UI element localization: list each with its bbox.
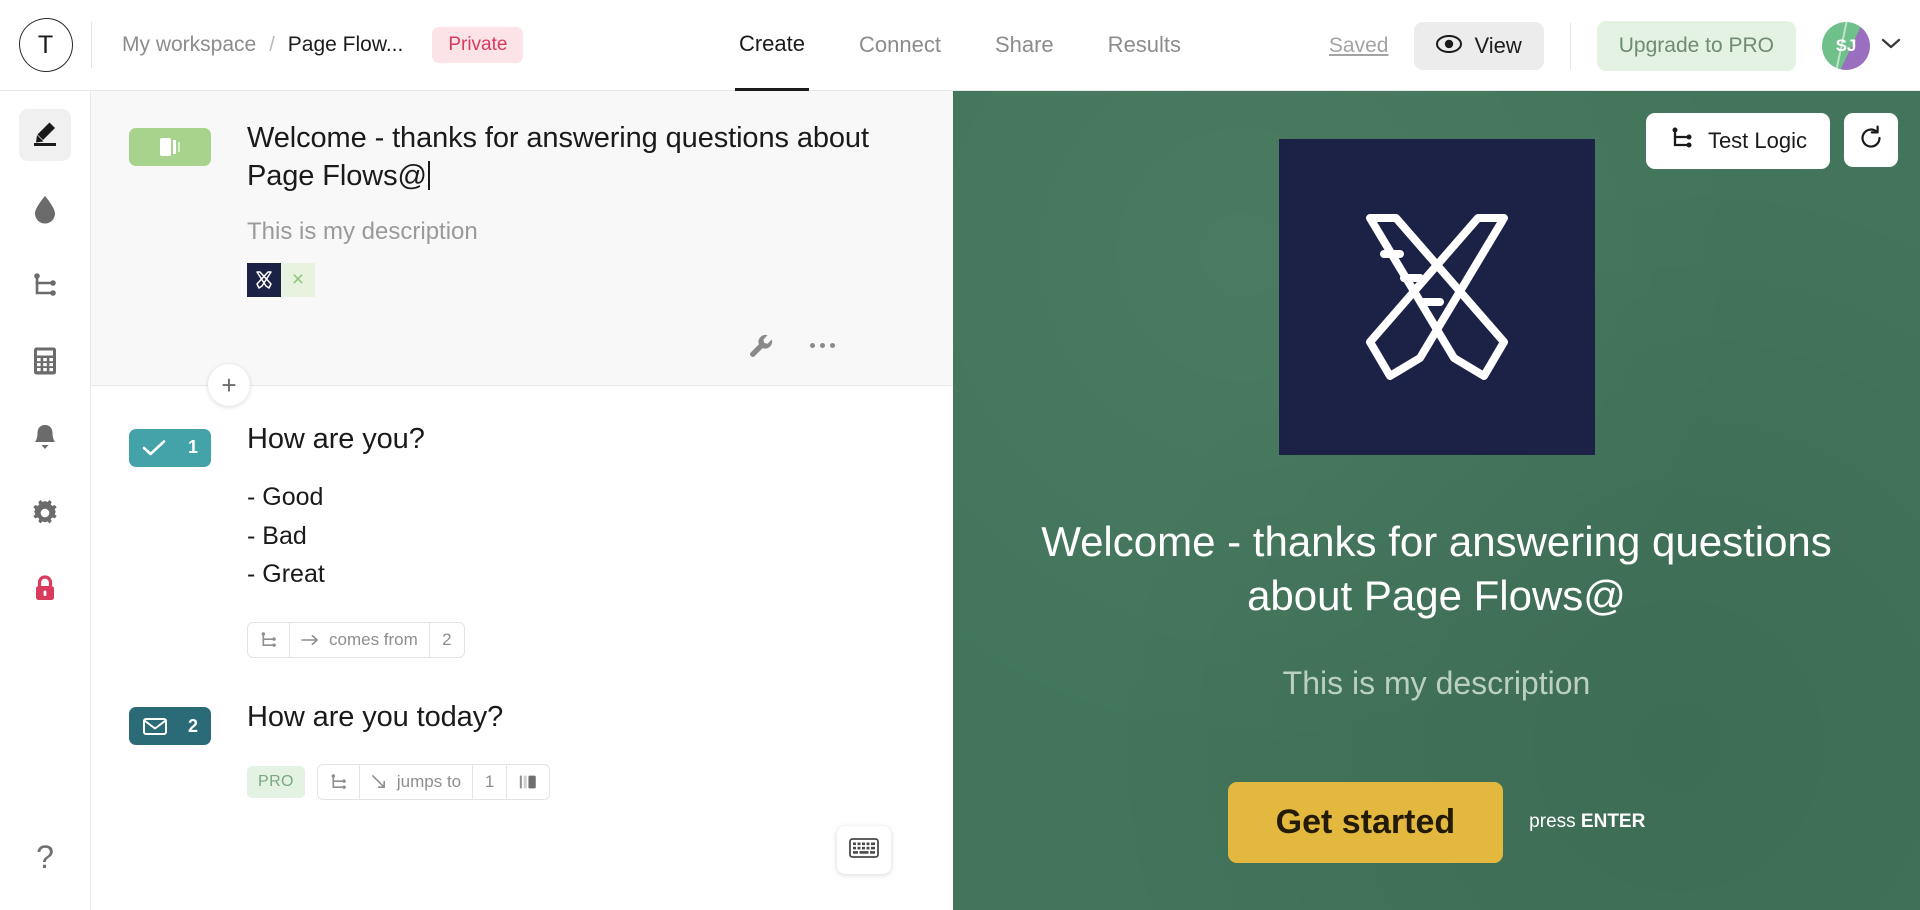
gear-icon xyxy=(30,498,60,533)
pencil-ruler-logo-icon xyxy=(1278,139,1595,455)
app-header: T My workspace / Page Flow... Private Cr… xyxy=(0,0,1920,91)
pro-badge[interactable]: PRO xyxy=(247,766,305,799)
logic-direction: jumps to xyxy=(360,765,474,800)
main-nav-tabs: Create Connect Share Results xyxy=(734,0,1185,91)
sidebar-item-settings[interactable] xyxy=(19,489,71,541)
logic-text: comes from xyxy=(329,630,418,650)
upgrade-to-pro-button[interactable]: Upgrade to PRO xyxy=(1596,20,1796,71)
visibility-badge[interactable]: Private xyxy=(432,27,524,63)
preview-cta-row: Get started press ENTER xyxy=(1227,781,1645,863)
help-button[interactable]: ? xyxy=(22,834,68,880)
email-icon: 2 xyxy=(129,707,211,746)
card-divider: + xyxy=(91,363,953,406)
pencil-highlighter-icon xyxy=(30,118,60,153)
text-caret xyxy=(427,161,430,191)
welcome-screen-icon xyxy=(129,128,211,166)
bell-icon xyxy=(31,422,59,457)
tab-results[interactable]: Results xyxy=(1104,0,1185,91)
account-menu[interactable]: SJ xyxy=(1822,21,1902,70)
sidebar-item-notifications[interactable] xyxy=(19,413,71,465)
question-title-2[interactable]: How are you today? xyxy=(247,698,923,736)
sidebar-item-calculator[interactable] xyxy=(19,337,71,389)
multiple-choice-icon: 1 xyxy=(129,428,211,467)
logo-letter: T xyxy=(18,18,73,72)
header-divider xyxy=(91,22,92,68)
tab-share[interactable]: Share xyxy=(991,0,1058,91)
wrench-icon[interactable] xyxy=(746,331,776,361)
sidebar-item-privacy[interactable] xyxy=(19,565,71,617)
calculator-icon xyxy=(32,346,58,381)
logic-text: jumps to xyxy=(396,772,462,792)
get-started-button[interactable]: Get started xyxy=(1227,781,1504,863)
remove-attachment-button[interactable]: × xyxy=(281,262,315,297)
arrow-down-right-icon xyxy=(371,774,388,790)
breadcrumb-form-name[interactable]: Page Flow... xyxy=(288,33,404,57)
logic-target: 1 xyxy=(473,765,508,800)
arrow-right-icon xyxy=(301,633,320,647)
question-card-1[interactable]: 1 How are you? - Good - Bad - Great come… xyxy=(91,385,953,659)
breadcrumb-separator: / xyxy=(269,33,275,56)
hint-prefix: press xyxy=(1529,811,1581,832)
more-options-icon[interactable] xyxy=(810,343,835,349)
add-block-button[interactable]: + xyxy=(208,363,250,406)
view-button[interactable]: View xyxy=(1414,21,1544,70)
breadcrumb-workspace[interactable]: My workspace xyxy=(122,33,256,57)
welcome-screen-card[interactable]: Welcome - thanks for answering questions… xyxy=(91,91,953,406)
question-number: 2 xyxy=(187,715,198,736)
question-title-1[interactable]: How are you? xyxy=(247,420,923,458)
logic-target: 2 xyxy=(442,630,452,650)
typeform-logo[interactable]: T xyxy=(0,18,91,72)
header-divider-2 xyxy=(1569,22,1571,69)
lock-icon xyxy=(32,574,58,609)
droplet-icon xyxy=(32,194,58,229)
welcome-title-text: Welcome - thanks for answering questions… xyxy=(247,122,869,193)
saved-status[interactable]: Saved xyxy=(1329,34,1389,58)
logic-branch-icon xyxy=(318,765,360,800)
pencil-ruler-logo-icon[interactable] xyxy=(247,262,281,297)
preview-title: Welcome - thanks for answering questions… xyxy=(1041,518,1832,619)
choice-options-1: - Good - Bad - Great xyxy=(247,478,923,594)
question-card-2[interactable]: 2 How are you today? PRO jumps to 1 xyxy=(91,658,953,801)
sidebar-item-content[interactable] xyxy=(19,109,71,161)
sidebar-item-logic[interactable] xyxy=(19,261,71,313)
left-sidebar: ? xyxy=(0,91,91,910)
question-number: 1 xyxy=(187,437,198,458)
choice-option[interactable]: - Good xyxy=(247,478,923,517)
press-enter-hint: press ENTER xyxy=(1529,811,1645,833)
form-preview-pane: Test Logic Welcome - thanks for answerin… xyxy=(953,91,1920,910)
form-editor-pane: Welcome - thanks for answering questions… xyxy=(91,91,953,910)
logic-badge-2[interactable]: jumps to 1 xyxy=(316,764,551,801)
pages-icon xyxy=(507,765,549,799)
choice-option[interactable]: - Great xyxy=(247,555,923,594)
tab-create[interactable]: Create xyxy=(734,0,810,91)
avatar-initials: SJ xyxy=(1835,35,1857,55)
hint-key: ENTER xyxy=(1580,811,1646,832)
keyboard-shortcuts-button[interactable] xyxy=(837,826,891,874)
keyboard-icon xyxy=(849,837,879,864)
tab-connect[interactable]: Connect xyxy=(855,0,945,91)
sidebar-item-design[interactable] xyxy=(19,185,71,237)
eye-icon xyxy=(1436,33,1463,59)
logic-row-2: PRO jumps to 1 xyxy=(247,764,923,801)
logic-direction: comes from xyxy=(290,623,430,658)
preview-description: This is my description xyxy=(1282,664,1591,701)
breadcrumb: My workspace / Page Flow... Private xyxy=(122,27,524,63)
attachment-row: × xyxy=(247,262,923,297)
card-toolbar xyxy=(91,331,953,361)
preview-content: Welcome - thanks for answering questions… xyxy=(953,91,1920,910)
header-actions: Saved View Upgrade to PRO SJ xyxy=(1329,0,1902,91)
avatar[interactable]: SJ xyxy=(1822,21,1870,70)
welcome-title-input[interactable]: Welcome - thanks for answering questions… xyxy=(247,119,923,196)
logic-branch-icon xyxy=(30,271,60,304)
logic-branch-icon xyxy=(248,623,290,658)
chevron-down-icon[interactable] xyxy=(1880,36,1902,55)
logic-row-1: comes from 2 xyxy=(247,622,923,659)
welcome-description-input[interactable]: This is my description xyxy=(247,218,923,246)
choice-option[interactable]: - Bad xyxy=(247,517,923,556)
view-button-label: View xyxy=(1474,32,1522,58)
logic-badge-1[interactable]: comes from 2 xyxy=(247,622,465,659)
